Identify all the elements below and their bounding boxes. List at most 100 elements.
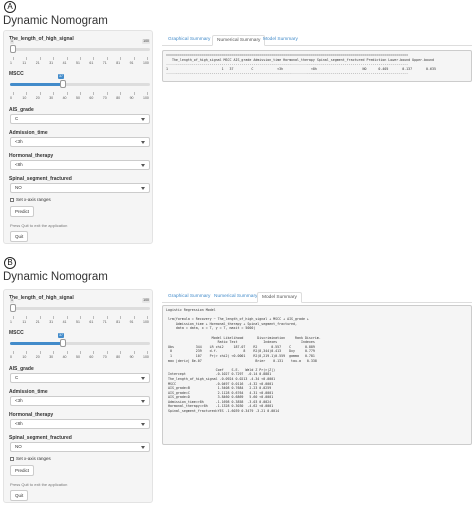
- slider-tick-label: 50: [76, 96, 80, 100]
- slider-tick-label: 20: [35, 96, 40, 100]
- tab-bar: Graphical Summary Numerical Summary Mode…: [162, 291, 472, 303]
- chevron-down-icon: [141, 377, 145, 380]
- panel-letter-b: B: [4, 257, 16, 269]
- spinal-segment-select[interactable]: NO: [10, 442, 150, 452]
- select-value: <8h: [15, 421, 23, 426]
- select-value: NO: [15, 444, 22, 449]
- mscc-ticks: 0 10 20 30 40 50 60 70 80 90 100: [10, 93, 150, 101]
- slider-tick-label: 80: [116, 96, 121, 100]
- tab-bar: Graphical Summary Numerical Summary Mode…: [162, 34, 472, 46]
- app-title: Dynamic Nomogram: [3, 15, 108, 27]
- slider-tick-label: 91: [129, 320, 134, 324]
- slider-tick-label: 100: [143, 320, 149, 324]
- panel-b: B Dynamic Nomogram The_length_of_high_si…: [0, 256, 474, 505]
- slider-tick-label: 50: [76, 355, 80, 359]
- sidebar: The_length_of_high_signal 1 100 1 11 21 31 4…: [3, 289, 153, 503]
- predict-button[interactable]: Predict: [10, 465, 35, 476]
- ais-grade-select[interactable]: C: [10, 114, 150, 124]
- tab-model-summary[interactable]: Model Summary: [257, 292, 302, 303]
- select-value: NO: [15, 185, 22, 190]
- slider-tick-label: 41: [62, 320, 67, 324]
- chevron-down-icon: [141, 164, 145, 167]
- slider-tick-label: 70: [102, 96, 107, 100]
- slider-handle[interactable]: [60, 339, 66, 347]
- ais-grade-label: AIS_grade: [9, 366, 34, 372]
- admission-time-select[interactable]: <3h: [10, 396, 150, 406]
- slider-tick-label: 60: [89, 96, 94, 100]
- output-area: Logistic Regression Model lrm(formula = …: [162, 305, 472, 445]
- checkbox[interactable]: [10, 456, 14, 461]
- admission-time-label: Admission_time: [9, 130, 48, 136]
- slider-fill: [10, 83, 63, 86]
- slider-tick-label: 21: [35, 320, 40, 324]
- slider-tick-label: 90: [129, 96, 134, 100]
- chevron-down-icon: [141, 400, 145, 403]
- chevron-down-icon: [141, 423, 145, 426]
- mscc-ticks: 0 10 20 30 40 50 60 70 80 90 100: [10, 352, 150, 360]
- tab-graphical-summary[interactable]: Graphical Summary: [164, 35, 214, 46]
- slider-handle[interactable]: [10, 304, 16, 312]
- slider-tick-label: 80: [116, 355, 121, 359]
- quit-button[interactable]: Quit: [10, 490, 29, 501]
- tab-numerical-summary[interactable]: Numerical Summary: [210, 292, 261, 303]
- mscc-slider[interactable]: 37: [10, 74, 150, 91]
- select-value: <3h: [15, 398, 23, 403]
- signal-slider[interactable]: 1 100: [10, 298, 150, 315]
- slider-tick-label: 51: [76, 61, 80, 65]
- select-value: <8h: [15, 162, 23, 167]
- tab-graphical-summary[interactable]: Graphical Summary: [164, 292, 214, 303]
- slider-tick-label: 0: [10, 355, 12, 359]
- quit-note: Press Quit to exit the application: [10, 223, 68, 228]
- hormonal-therapy-label: Hormonal_therapy: [9, 412, 54, 418]
- panel-a: A Dynamic Nomogram The_length_of_high_si…: [0, 0, 474, 252]
- select-value: C: [15, 375, 19, 380]
- slider-tick-label: 10: [22, 96, 27, 100]
- quit-note: Press Quit to exit the application: [10, 482, 68, 487]
- signal-ticks: 1 11 21 31 41 51 61 71 81 91 100: [10, 58, 150, 66]
- slider-tick-label: 11: [22, 320, 27, 324]
- ais-grade-select[interactable]: C: [10, 373, 150, 383]
- slider-tick-label: 10: [22, 355, 27, 359]
- slider-fill: [10, 342, 63, 345]
- slider-tick-label: 100: [143, 96, 149, 100]
- slider-max: 100: [142, 39, 150, 44]
- slider-tick-label: 70: [102, 355, 107, 359]
- slider-min: 1: [10, 39, 14, 44]
- signal-ticks: 1 11 21 31 41 51 61 71 81 91 100: [10, 317, 150, 325]
- chevron-down-icon: [141, 118, 145, 121]
- hormonal-therapy-select[interactable]: <8h: [10, 160, 150, 170]
- slider-tick-label: 91: [129, 61, 134, 65]
- slider-tick-label: 21: [35, 61, 40, 65]
- spinal-segment-select[interactable]: NO: [10, 183, 150, 193]
- hormonal-therapy-select[interactable]: <8h: [10, 419, 150, 429]
- checkbox-label: Set x-axis ranges: [16, 197, 51, 202]
- spinal-segment-label: Spinal_segment_fractured: [9, 176, 72, 182]
- admission-time-select[interactable]: <3h: [10, 137, 150, 147]
- slider-tick-label: 31: [49, 320, 54, 324]
- predict-button[interactable]: Predict: [10, 206, 35, 217]
- mscc-slider[interactable]: 37: [10, 333, 150, 350]
- tab-model-summary[interactable]: Model Summary: [259, 35, 302, 46]
- slider-tick-label: 100: [143, 355, 149, 359]
- checkbox[interactable]: [10, 197, 14, 202]
- xaxis-range-checkbox-row[interactable]: Set x-axis ranges: [10, 456, 51, 461]
- chevron-down-icon: [141, 187, 145, 190]
- slider-tick-label: 61: [89, 61, 94, 65]
- slider-handle[interactable]: [60, 80, 66, 88]
- slider-current-value: 37: [58, 333, 64, 338]
- slider-handle[interactable]: [10, 45, 16, 53]
- slider-tick-label: 71: [102, 61, 107, 65]
- slider-tick-label: 30: [49, 96, 54, 100]
- slider-tick-label: 11: [22, 61, 27, 65]
- select-value: C: [15, 116, 19, 121]
- slider-tick-label: 30: [49, 355, 54, 359]
- signal-slider[interactable]: 1 100: [10, 39, 150, 56]
- hormonal-therapy-label: Hormonal_therapy: [9, 153, 54, 159]
- output-area: ========================================…: [162, 50, 472, 82]
- slider-tick-label: 20: [35, 355, 40, 359]
- xaxis-range-checkbox-row[interactable]: Set x-axis ranges: [10, 197, 51, 202]
- slider-tick-label: 51: [76, 320, 80, 324]
- tab-numerical-summary[interactable]: Numerical Summary: [212, 35, 266, 46]
- quit-button[interactable]: Quit: [10, 231, 29, 242]
- slider-tick-label: 40: [62, 96, 67, 100]
